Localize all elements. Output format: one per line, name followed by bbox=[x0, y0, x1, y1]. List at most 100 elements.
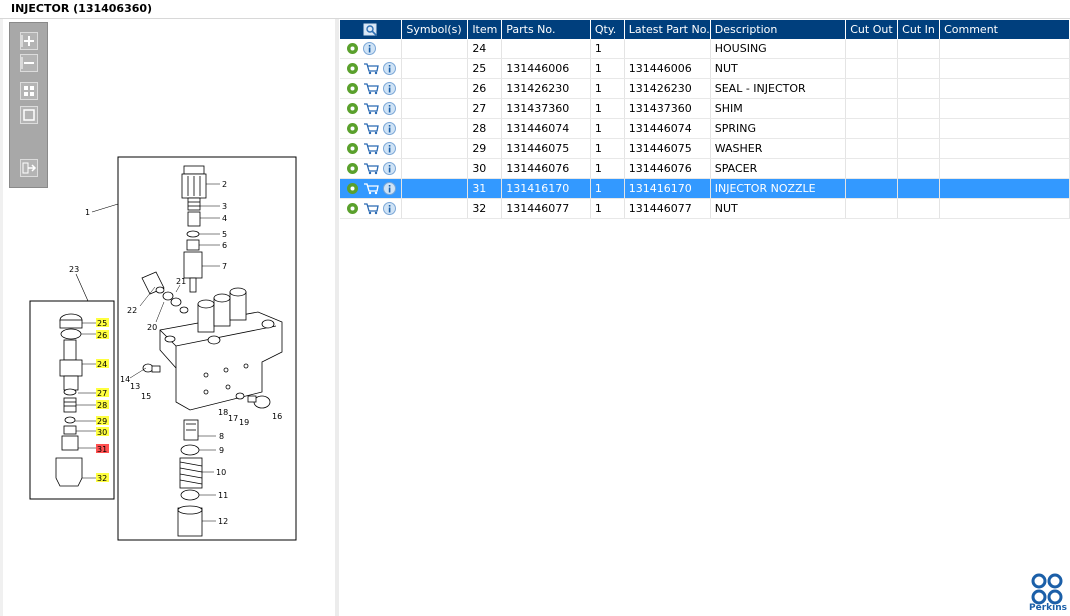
fit-window-icon bbox=[23, 109, 35, 121]
cell-latest-part-no: 131437360 bbox=[624, 98, 711, 119]
export-button[interactable] bbox=[20, 159, 38, 177]
column-header-cut-in[interactable]: Cut In bbox=[897, 20, 941, 39]
table-row[interactable]: 24 1 HOUSING bbox=[340, 39, 1070, 59]
table-row[interactable]: 27 131437360 1 131437360 SHIM bbox=[340, 98, 1070, 119]
cell-qty: 1 bbox=[590, 118, 625, 139]
cell-symbols bbox=[401, 78, 469, 99]
cell-qty: 1 bbox=[590, 138, 625, 159]
callouts: 25 26 24 27 28 29 30 31 32 bbox=[96, 318, 109, 483]
column-header-symbols[interactable]: Symbol(s) bbox=[401, 20, 469, 39]
cell-cut-out bbox=[845, 198, 899, 219]
cell-cut-in bbox=[897, 158, 941, 179]
info-icon[interactable] bbox=[383, 202, 396, 215]
shopping-cart-icon[interactable] bbox=[363, 142, 379, 155]
settings-gear-icon[interactable] bbox=[346, 162, 359, 175]
zoom-out-button[interactable] bbox=[20, 54, 38, 72]
cell-cut-in bbox=[897, 98, 941, 119]
shopping-cart-icon[interactable] bbox=[363, 162, 379, 175]
shopping-cart-icon[interactable] bbox=[363, 82, 379, 95]
fit-all-button[interactable] bbox=[20, 82, 38, 100]
settings-gear-icon[interactable] bbox=[346, 42, 359, 55]
row-actions bbox=[340, 58, 403, 79]
cell-cut-in bbox=[897, 58, 941, 79]
settings-gear-icon[interactable] bbox=[346, 142, 359, 155]
cell-latest-part-no: 131446075 bbox=[624, 138, 711, 159]
cell-item: 30 bbox=[467, 158, 503, 179]
cell-item: 32 bbox=[467, 198, 503, 219]
settings-gear-icon[interactable] bbox=[346, 82, 359, 95]
info-icon[interactable] bbox=[383, 122, 396, 135]
info-icon[interactable] bbox=[383, 82, 396, 95]
column-header-cut-out[interactable]: Cut Out bbox=[845, 20, 899, 39]
cell-description: SEAL - INJECTOR bbox=[710, 78, 847, 99]
column-header-qty[interactable]: Qty. bbox=[590, 20, 625, 39]
info-icon[interactable] bbox=[363, 42, 376, 55]
info-icon[interactable] bbox=[383, 182, 396, 195]
column-header-item[interactable]: Item bbox=[467, 20, 503, 39]
info-icon[interactable] bbox=[383, 62, 396, 75]
cell-cut-in bbox=[897, 198, 941, 219]
column-header-description[interactable]: Description bbox=[710, 20, 847, 39]
fit-window-button[interactable] bbox=[20, 106, 38, 124]
column-header-comment[interactable]: Comment bbox=[939, 20, 1070, 39]
svg-text:3: 3 bbox=[222, 202, 227, 211]
exploded-diagram[interactable]: 1 23 2 3 4 5 6 7 22 21 20 141315 1617181… bbox=[0, 0, 335, 616]
info-icon[interactable] bbox=[383, 162, 396, 175]
export-icon bbox=[22, 162, 37, 174]
svg-text:32: 32 bbox=[97, 474, 107, 483]
cell-description: NUT bbox=[710, 58, 847, 79]
settings-gear-icon[interactable] bbox=[346, 122, 359, 135]
table-row[interactable]: 25 131446006 1 131446006 NUT bbox=[340, 58, 1070, 79]
table-row[interactable]: 26 131426230 1 131426230 SEAL - INJECTOR bbox=[340, 78, 1070, 99]
column-header-parts-no[interactable]: Parts No. bbox=[501, 20, 591, 39]
svg-text:23: 23 bbox=[69, 265, 79, 274]
svg-text:1: 1 bbox=[85, 208, 90, 217]
cell-item: 25 bbox=[467, 58, 503, 79]
table-row[interactable]: 31 131416170 1 131416170 INJECTOR NOZZLE bbox=[340, 178, 1070, 199]
cell-symbols bbox=[401, 58, 469, 79]
cell-parts-no: 131416170 bbox=[501, 178, 591, 199]
info-icon[interactable] bbox=[383, 102, 396, 115]
column-header-find[interactable] bbox=[340, 20, 403, 39]
table-row[interactable]: 30 131446076 1 131446076 SPACER bbox=[340, 158, 1070, 179]
table-row[interactable]: 32 131446077 1 131446077 NUT bbox=[340, 198, 1070, 219]
cell-latest-part-no bbox=[624, 39, 711, 59]
settings-gear-icon[interactable] bbox=[346, 182, 359, 195]
shopping-cart-icon[interactable] bbox=[363, 102, 379, 115]
settings-gear-icon[interactable] bbox=[346, 102, 359, 115]
find-icon bbox=[363, 23, 377, 36]
cell-latest-part-no: 131426230 bbox=[624, 78, 711, 99]
cell-description: NUT bbox=[710, 198, 847, 219]
cell-description: INJECTOR NOZZLE bbox=[710, 178, 847, 199]
settings-gear-icon[interactable] bbox=[346, 62, 359, 75]
shopping-cart-icon[interactable] bbox=[363, 182, 379, 195]
svg-text:4: 4 bbox=[222, 214, 227, 223]
zoom-out-icon bbox=[21, 57, 34, 69]
svg-text:16: 16 bbox=[272, 412, 282, 421]
cell-cut-in bbox=[897, 78, 941, 99]
info-icon[interactable] bbox=[383, 142, 396, 155]
cell-cut-out bbox=[845, 118, 899, 139]
cell-qty: 1 bbox=[590, 39, 625, 59]
svg-text:21: 21 bbox=[176, 277, 186, 286]
cell-cut-out bbox=[845, 178, 899, 199]
cell-description: SPRING bbox=[710, 118, 847, 139]
shopping-cart-icon[interactable] bbox=[363, 122, 379, 135]
settings-gear-icon[interactable] bbox=[346, 202, 359, 215]
shopping-cart-icon[interactable] bbox=[363, 202, 379, 215]
column-header-latest-part-no[interactable]: Latest Part No. bbox=[624, 20, 711, 39]
cell-qty: 1 bbox=[590, 98, 625, 119]
table-row[interactable]: 28 131446074 1 131446074 SPRING bbox=[340, 118, 1070, 139]
parts-table: Symbol(s) Item Parts No. Qty. Latest Par… bbox=[340, 20, 1070, 219]
table-header-row: Symbol(s) Item Parts No. Qty. Latest Par… bbox=[340, 20, 1070, 39]
svg-text:2: 2 bbox=[222, 180, 227, 189]
svg-text:17: 17 bbox=[228, 414, 238, 423]
cell-qty: 1 bbox=[590, 178, 625, 199]
cell-comment bbox=[939, 78, 1070, 99]
svg-text:14: 14 bbox=[120, 375, 130, 384]
cell-parts-no: 131446076 bbox=[501, 158, 591, 179]
shopping-cart-icon[interactable] bbox=[363, 62, 379, 75]
svg-text:7: 7 bbox=[222, 262, 227, 271]
table-row[interactable]: 29 131446075 1 131446075 WASHER bbox=[340, 138, 1070, 159]
zoom-in-button[interactable] bbox=[20, 32, 38, 50]
